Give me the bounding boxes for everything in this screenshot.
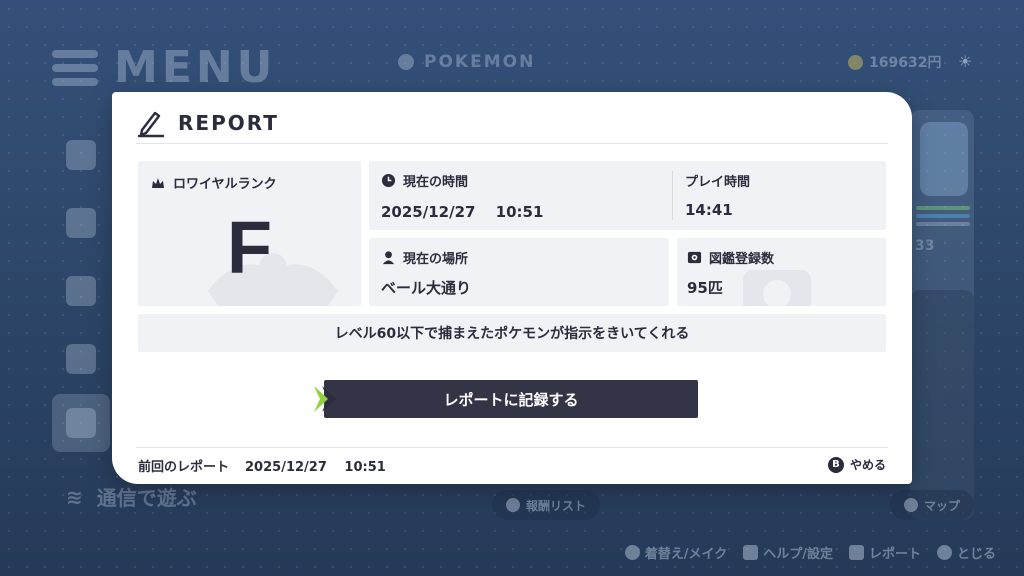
map-button[interactable]: マップ: [890, 490, 975, 520]
footer-key-help[interactable]: ヘルプ/設定: [743, 543, 833, 562]
map-label: マップ: [924, 498, 961, 513]
pen-icon: [137, 111, 165, 138]
save-report-button[interactable]: レポートに記録する: [324, 380, 698, 418]
pokedex-watermark: [743, 270, 811, 306]
tab-pokemon[interactable]: POKEMON: [398, 52, 535, 72]
header-divider: [136, 143, 888, 144]
pokedex-label: 図鑑登録数: [709, 252, 775, 267]
money-value: 169632円: [869, 55, 942, 71]
pokedex-icon: [66, 276, 96, 306]
dialog-title: REPORT: [178, 111, 279, 135]
rank-label: ロワイヤルランク: [173, 177, 277, 192]
sidebar-item-boxes[interactable]: [52, 194, 110, 252]
boxes-icon: [66, 208, 96, 238]
dialog-header: REPORT: [136, 102, 888, 144]
sidebar-item-royale[interactable]: [52, 394, 110, 452]
footer-key-outfit[interactable]: 着替え/メイク: [624, 543, 727, 562]
rank-label-row: ロワイヤルランク: [150, 173, 277, 192]
location-value: ベール大通り: [381, 279, 472, 297]
bag-icon: [66, 140, 96, 170]
time-card: 現在の時間 2025/12/27 10:51 プレイ時間 14:41: [369, 161, 886, 230]
cursor-arrow-icon: [314, 386, 336, 412]
location-card: 現在の場所 ベール大通り: [369, 238, 669, 306]
pokedex-label-row: 図鑑登録数: [687, 248, 774, 267]
money-display: 169632円: [848, 52, 941, 72]
footer-key-close[interactable]: とじる: [936, 543, 996, 562]
pokedex-icon: [687, 251, 702, 264]
b-button-icon: [936, 544, 952, 560]
reward-list-button[interactable]: 報酬リスト: [492, 490, 601, 520]
crown-icon: [152, 177, 164, 188]
last-report-label: 前回のレポート: [138, 460, 230, 475]
menu-title: MENU: [114, 42, 277, 93]
current-time-label-row: 現在の時間: [381, 171, 468, 190]
r-button-icon: [848, 544, 864, 560]
last-report-value: 2025/12/27 10:51: [245, 460, 386, 475]
time-divider: [672, 171, 673, 220]
location-label-row: 現在の場所: [381, 248, 468, 267]
hp-bars: [916, 206, 970, 230]
last-report: 前回のレポート 2025/12/27 10:51: [138, 456, 386, 475]
info-bar: レベル60以下で捕まえたポケモンが指示をきいてくれる: [138, 314, 886, 352]
footer-hints: 着替え/メイク ヘルプ/設定 レポート とじる: [0, 528, 1024, 576]
clock-icon: [381, 173, 396, 188]
current-time-value: 2025/12/27 10:51: [381, 203, 544, 221]
menu-icon: [52, 48, 98, 88]
sidebar-item-bag[interactable]: [52, 126, 110, 184]
info-text: レベル60以下で捕まえたポケモンが指示をきいてくれる: [334, 326, 690, 342]
pokedex-value: 95匹: [687, 279, 723, 297]
menu-header: MENU: [52, 42, 276, 93]
play-time-label: プレイ時間: [685, 175, 751, 190]
pokemon-portrait: [920, 122, 968, 196]
plus-button-icon: [904, 498, 918, 512]
crown-icon: [66, 408, 96, 438]
footer-divider: [136, 447, 888, 448]
tab-pokemon-label: POKEMON: [424, 52, 536, 72]
current-time-label: 現在の時間: [403, 175, 469, 190]
location-label: 現在の場所: [403, 252, 469, 267]
reward-list-label: 報酬リスト: [526, 498, 587, 513]
sidebar-item-pokedex[interactable]: [52, 262, 110, 320]
online-label: 通信で遊ぶ: [96, 486, 197, 510]
sun-icon: ☀: [958, 52, 973, 71]
minus-button-icon: [624, 544, 640, 560]
cancel-label: やめる: [849, 458, 886, 472]
search-icon: [66, 344, 96, 374]
cancel-button[interactable]: B やめる: [827, 456, 886, 473]
party-count: 33: [915, 238, 935, 254]
pokedex-card: 図鑑登録数 95匹: [677, 238, 886, 306]
wifi-icon: ≋: [66, 484, 83, 509]
person-icon: [382, 251, 395, 265]
play-time-value: 14:41: [685, 201, 733, 219]
rank-card: ロワイヤルランク F: [138, 161, 361, 306]
play-icon: [398, 54, 414, 70]
l-button-icon: [743, 544, 759, 560]
footer-key-report[interactable]: レポート: [848, 543, 921, 562]
report-dialog: REPORT ロワイヤルランク F 現在の時間 2025/12/27 10:51…: [112, 92, 912, 484]
sidebar-item-search[interactable]: [52, 330, 110, 388]
b-button-icon: B: [827, 456, 844, 473]
party-panel-lower: [910, 290, 974, 520]
x-button-icon: [506, 498, 520, 512]
coin-icon: [848, 54, 863, 70]
rank-value: F: [226, 206, 273, 289]
sidebar-item-online[interactable]: ≋ 通信で遊ぶ: [66, 482, 197, 511]
